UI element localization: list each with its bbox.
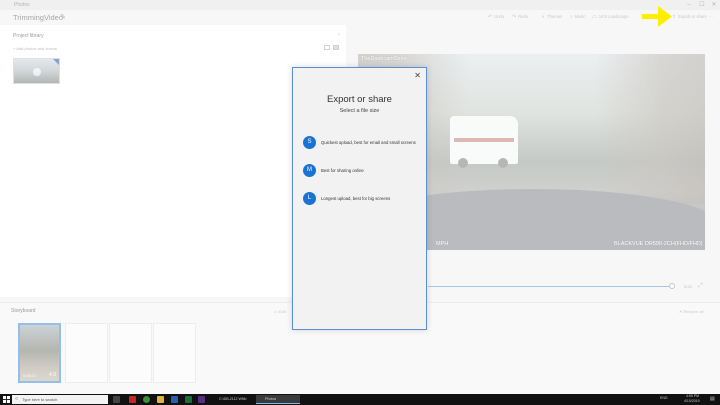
search-placeholder: Type here to search xyxy=(22,397,58,402)
export-size-medium[interactable]: M Best for sharing online xyxy=(303,164,423,178)
tray-language[interactable]: ENG xyxy=(660,396,668,400)
windows-taskbar: ○ Type here to search C:\DB-2112 WNb Pho… xyxy=(0,394,720,405)
dialog-subtitle: Select a file size xyxy=(339,108,380,114)
size-badge: L xyxy=(303,192,316,205)
chrome-icon[interactable] xyxy=(143,396,150,403)
photos-app-window: Photos – ☐ ✕ TrimmingVideo ✎ ↶ Undo ↷ Redo… xyxy=(0,0,720,394)
file-explorer-icon[interactable] xyxy=(157,396,164,403)
search-icon: ○ xyxy=(15,396,19,402)
size-badge: M xyxy=(303,164,316,177)
yellow-arrow-annotation xyxy=(642,6,672,27)
app-icon-red[interactable] xyxy=(129,396,136,403)
tray-time[interactable]: 4:55 PM xyxy=(686,394,699,398)
taskbar-window-folder[interactable]: C:\DB-2112 WNb xyxy=(210,395,254,404)
excel-icon[interactable] xyxy=(185,396,192,403)
size-option-label: Quickest upload, best for email and smal… xyxy=(321,140,416,145)
taskbar-search-input[interactable]: ○ Type here to search xyxy=(12,395,108,404)
close-icon[interactable]: ✕ xyxy=(414,71,421,80)
size-option-label: Longest upload, best for big screens xyxy=(321,196,391,201)
windows-start-icon[interactable] xyxy=(3,396,10,403)
word-icon[interactable] xyxy=(171,396,178,403)
export-share-dialog: ✕ Export or share Select a file size S Q… xyxy=(292,67,427,330)
premiere-icon[interactable] xyxy=(198,396,205,403)
size-badge: S xyxy=(303,136,316,149)
size-option-label: Best for sharing online xyxy=(321,168,364,173)
export-size-large[interactable]: L Longest upload, best for big screens xyxy=(303,192,423,206)
notifications-icon[interactable]: ▤ xyxy=(710,396,715,402)
task-view-icon[interactable] xyxy=(113,396,120,403)
tray-date[interactable]: 4/10/2019 xyxy=(684,399,700,403)
export-size-small[interactable]: S Quickest upload, best for email and sm… xyxy=(303,136,423,150)
dialog-title: Export or share xyxy=(327,94,392,105)
taskbar-window-photos[interactable]: Photos xyxy=(256,395,300,404)
